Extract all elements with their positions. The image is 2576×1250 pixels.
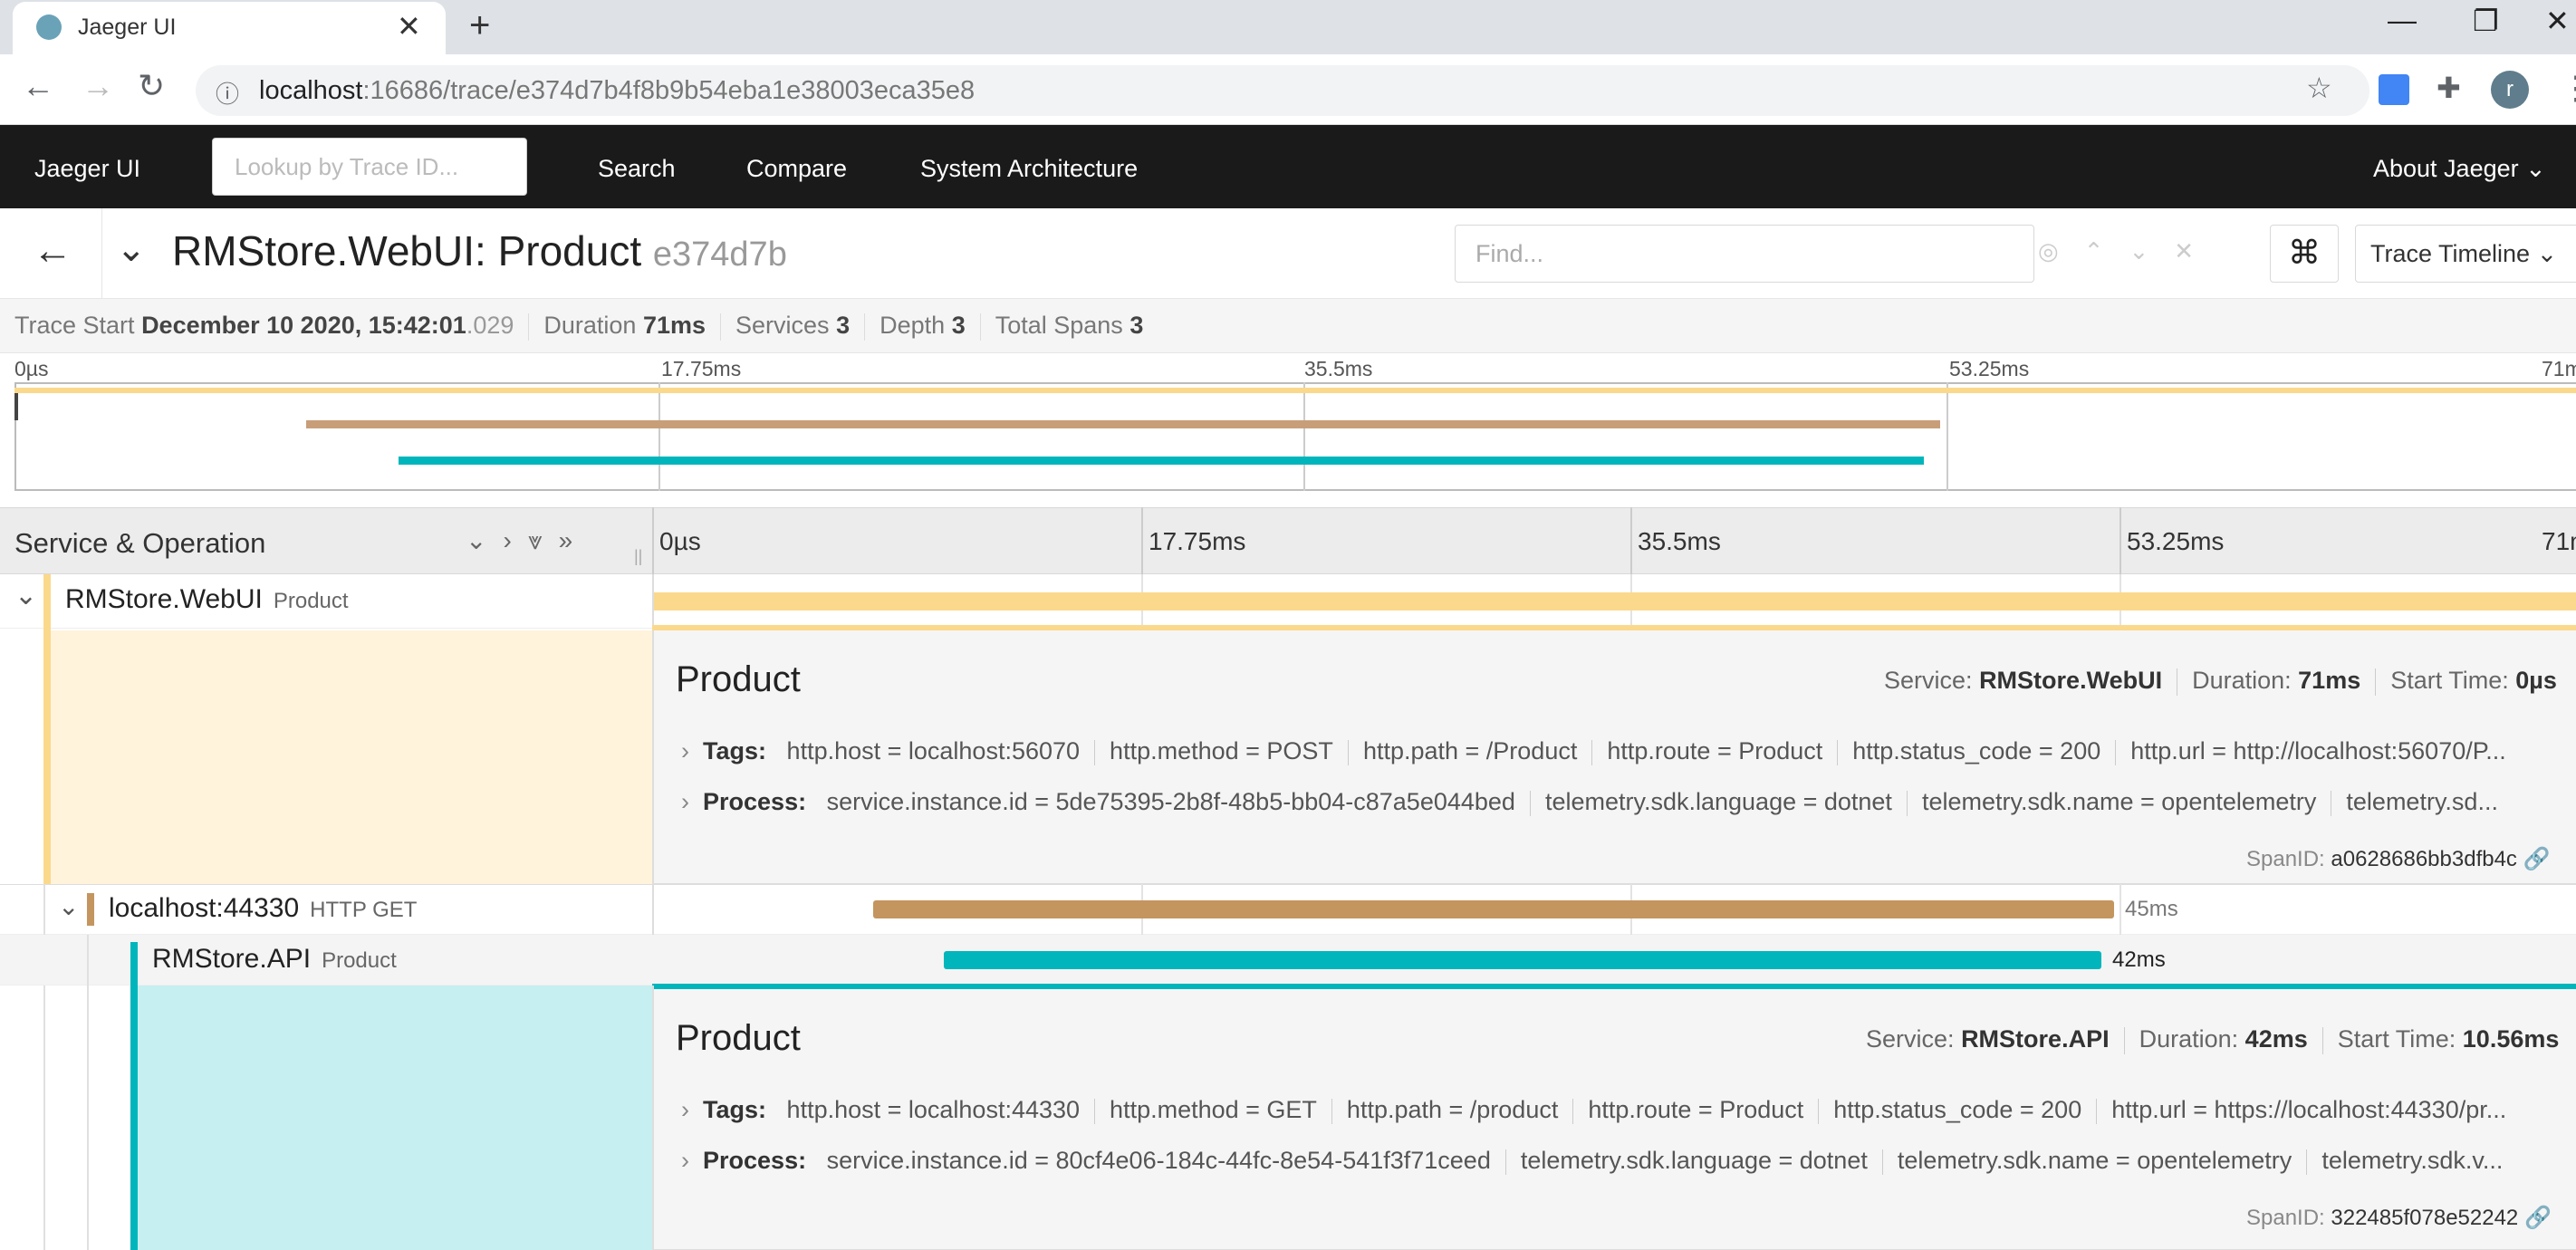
timeline-tick: 53.25ms: [2127, 527, 2225, 555]
span-detail-title: Product: [676, 1018, 801, 1058]
tags-row[interactable]: › Tags: http.host = localhost:56070 http.…: [681, 737, 2506, 765]
minimap-tick: 71ms: [2542, 357, 2576, 380]
span-bar[interactable]: [873, 900, 2114, 918]
close-tab-icon[interactable]: ✕: [397, 9, 421, 43]
span-duration-label: 45ms: [2125, 897, 2178, 921]
timeline-tick: 17.75ms: [1149, 527, 1246, 555]
nav-compare[interactable]: Compare: [746, 155, 847, 183]
translate-icon[interactable]: [2379, 74, 2409, 105]
trace-title: RMStore.WebUI: Product e374d7b: [172, 227, 787, 274]
timeline-tick: 0µs: [659, 527, 701, 555]
minimap-span-bar: [306, 420, 1940, 428]
tags-row[interactable]: › Tags: http.host = localhost:44330 http.…: [681, 1096, 2506, 1124]
forward-icon[interactable]: →: [82, 67, 114, 105]
minimap-tick: 17.75ms: [661, 357, 742, 380]
extensions-icon[interactable]: ✚: [2437, 71, 2461, 105]
site-info-icon[interactable]: ⓘ: [216, 76, 239, 110]
span-detail-gutter: [138, 986, 652, 1250]
span-bar[interactable]: [654, 592, 2576, 611]
span-detail-meta: Service: RMStore.WebUI Duration: 71ms Star…: [1884, 667, 2557, 696]
about-jaeger-menu[interactable]: About Jaeger ⌄: [2373, 155, 2546, 183]
bookmark-star-icon[interactable]: ☆: [2306, 71, 2332, 105]
minimap-tick: 0µs: [14, 357, 49, 380]
link-icon[interactable]: 🔗: [2524, 1206, 2552, 1230]
view-mode-dropdown[interactable]: Trace Timeline ⌄: [2355, 225, 2576, 283]
span-id: SpanID: 322485f078e52242 🔗: [2246, 1206, 2552, 1230]
minimize-icon[interactable]: —: [2388, 4, 2417, 37]
process-row[interactable]: › Process: service.instance.id = 80cf4e0…: [681, 1147, 2503, 1175]
close-window-icon[interactable]: ✕: [2545, 4, 2570, 38]
new-tab-icon[interactable]: +: [469, 5, 490, 46]
span-bar[interactable]: [944, 951, 2101, 969]
span-color-bar: [87, 893, 94, 926]
find-input[interactable]: Find...: [1455, 225, 2034, 283]
collapse-expand-controls[interactable]: ⌄›⩔»: [466, 525, 589, 556]
nav-search[interactable]: Search: [598, 155, 676, 183]
link-icon[interactable]: 🔗: [2523, 847, 2551, 871]
tab-title: Jaeger UI: [78, 14, 177, 40]
timeline-tick: 35.5ms: [1638, 527, 1721, 555]
collapse-trace-chevron-icon[interactable]: ⌄: [116, 228, 147, 270]
find-controls: ◎⌃⌄✕: [2038, 237, 2220, 264]
span-detail-meta: Service: RMStore.API Duration: 42ms Start …: [1866, 1025, 2560, 1054]
trace-summary: Trace Start December 10 2020, 15:42:01.0…: [0, 299, 2576, 353]
column-resizer[interactable]: ||: [634, 547, 642, 566]
keyboard-shortcuts-button[interactable]: ⌘: [2270, 225, 2339, 283]
jaeger-favicon-icon: [36, 14, 62, 40]
nav-system-architecture[interactable]: System Architecture: [920, 155, 1138, 183]
reload-icon[interactable]: ↻: [138, 67, 165, 105]
span-id: SpanID: a0628686bb3dfb4c 🔗: [2246, 847, 2551, 871]
minimap-span-bar: [14, 388, 2576, 393]
span-color-bar: [130, 942, 138, 1250]
browser-menu-icon[interactable]: ⋮: [2560, 69, 2576, 107]
url-text[interactable]: localhost:16686/trace/e374d7b4f8b9b54eba…: [259, 76, 975, 106]
back-arrow-icon[interactable]: ←: [33, 228, 72, 274]
profile-avatar[interactable]: r: [2491, 71, 2529, 109]
expand-span-chevron-icon[interactable]: ⌄: [14, 580, 37, 611]
minimap-tick: 53.25ms: [1949, 357, 2030, 380]
process-row[interactable]: › Process: service.instance.id = 5de7539…: [681, 788, 2498, 816]
timeline-tick: 71ms: [2542, 527, 2576, 555]
timeline-minimap[interactable]: [14, 382, 2576, 491]
minimap-tick: 35.5ms: [1304, 357, 1373, 380]
back-icon[interactable]: ←: [22, 67, 54, 105]
span-duration-label: 42ms: [2112, 947, 2166, 972]
restore-icon[interactable]: ❐: [2473, 4, 2499, 38]
brand-link[interactable]: Jaeger UI: [34, 155, 140, 183]
span-label[interactable]: RMStore.WebUI Product: [65, 584, 349, 615]
expand-span-chevron-icon[interactable]: ⌄: [58, 891, 79, 921]
minimap-span-bar: [399, 457, 1924, 465]
service-operation-header: Service & Operation: [14, 527, 266, 559]
span-label[interactable]: RMStore.API Product: [152, 944, 397, 975]
span-detail-title: Product: [676, 659, 801, 699]
span-detail-gutter: [43, 630, 652, 884]
trace-id-lookup-input[interactable]: Lookup by Trace ID...: [212, 138, 527, 196]
span-label[interactable]: localhost:44330 HTTP GET: [109, 893, 417, 924]
